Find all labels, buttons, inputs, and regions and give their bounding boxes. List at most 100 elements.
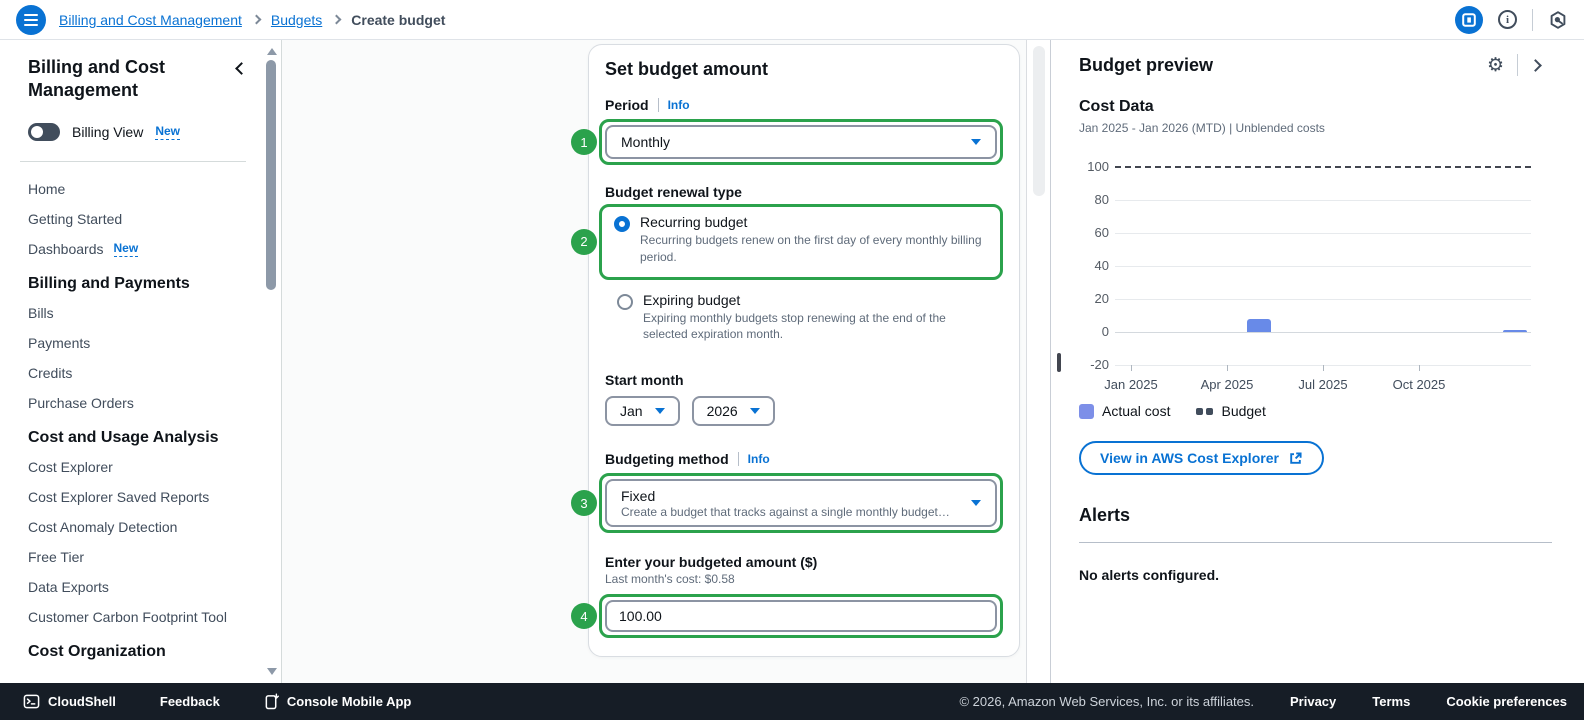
expiring-budget-label: Expiring budget: [643, 291, 741, 308]
sidebar-item-label: Cost Anomaly Detection: [28, 519, 178, 535]
content-scrollbar-thumb[interactable]: [1033, 46, 1045, 196]
chevron-down-icon: [749, 408, 760, 415]
annotation-badge-2: 2: [571, 228, 597, 255]
start-month-select[interactable]: Jan: [605, 396, 680, 427]
sidebar-item-data-exports[interactable]: Data Exports: [28, 572, 262, 602]
period-label: Period: [605, 97, 649, 113]
scroll-up-arrow-icon[interactable]: [267, 48, 277, 55]
sidebar-item-label: Getting Started: [28, 211, 123, 227]
actual-cost-bar: [1503, 330, 1527, 332]
sidebar-item-purchase-orders[interactable]: Purchase Orders: [28, 388, 262, 418]
sidebar-item-getting-started[interactable]: Getting Started: [28, 204, 262, 234]
breadcrumb-create-budget: Create budget: [351, 11, 446, 28]
feedback-label: Feedback: [159, 694, 220, 709]
sidebar-item-cost-explorer-saved-reports[interactable]: Cost Explorer Saved Reports: [28, 482, 262, 512]
radio-unselected-icon[interactable]: [617, 293, 633, 310]
scroll-down-arrow-icon[interactable]: [267, 668, 277, 675]
hexagon-status-icon[interactable]: [1548, 10, 1568, 30]
view-in-cost-explorer-button[interactable]: View in AWS Cost Explorer: [1079, 441, 1324, 475]
sidebar-item-free-tier[interactable]: Free Tier: [28, 542, 262, 572]
chart-gridline: [1115, 200, 1531, 201]
main-content: Set budget amount Period Info 1 Monthly …: [282, 40, 1026, 683]
y-axis-tick-label: 60: [1094, 225, 1109, 240]
gear-icon[interactable]: ⚙: [1487, 55, 1504, 75]
sidebar-item-bills[interactable]: Bills: [28, 298, 262, 328]
chart-gridline: [1115, 299, 1531, 300]
footer-link-privacy[interactable]: Privacy: [1290, 694, 1336, 709]
annotation-badge-3: 3: [571, 490, 597, 517]
y-axis-tick-label: 80: [1094, 192, 1109, 207]
new-badge[interactable]: New: [113, 241, 139, 258]
preview-title: Budget preview: [1079, 54, 1214, 75]
sidebar-item-label: Home: [28, 181, 66, 197]
start-month-label: Start month: [605, 372, 684, 389]
recurring-budget-option[interactable]: Recurring budget Recurring budgets renew…: [605, 209, 997, 271]
console-footer: CloudShell Feedback Console Mobile App ©…: [0, 683, 1584, 720]
info-icon[interactable]: i: [1498, 10, 1517, 29]
chart-legend: Actual cost Budget: [1079, 403, 1552, 419]
sidebar-collapse-icon[interactable]: [235, 62, 248, 75]
menu-hamburger-icon[interactable]: [16, 4, 46, 35]
copyright-text: © 2026, Amazon Web Services, Inc. or its…: [959, 694, 1254, 709]
sidebar-item-customer-carbon-footprint-tool[interactable]: Customer Carbon Footprint Tool: [28, 602, 262, 632]
breadcrumb-billing-and-cost-management[interactable]: Billing and Cost Management: [59, 12, 242, 28]
budgeting-method-info-link[interactable]: Info: [748, 452, 770, 466]
console-mobile-app-label: Console Mobile App: [286, 694, 412, 709]
legend-label: Budget: [1221, 403, 1266, 419]
annotation-box-2: 2 Recurring budget Recurring budgets ren…: [571, 204, 1003, 280]
x-axis-tick-label: Oct 2025: [1392, 377, 1446, 392]
start-year-value: 2026: [706, 403, 738, 420]
sidebar-scrollbar-thumb[interactable]: [266, 60, 276, 290]
y-axis-tick-label: 100: [1087, 159, 1109, 174]
chevron-right-icon[interactable]: [1529, 58, 1542, 72]
mobile-phone-icon: [265, 693, 279, 710]
y-axis-tick-label: 40: [1094, 258, 1109, 273]
billing-view-toggle[interactable]: [28, 123, 60, 141]
recurring-budget-label: Recurring budget: [640, 214, 748, 230]
sidebar-item-label: Bills: [28, 305, 54, 321]
side-panel-toggle-icon[interactable]: [1455, 5, 1483, 34]
chevron-down-icon: [654, 408, 665, 415]
label-divider: [737, 452, 739, 467]
budget-preview-panel: Budget preview ⚙ Cost Data Jan 2025 - Ja…: [1051, 40, 1584, 683]
topbar-divider: [1532, 8, 1533, 31]
expiring-budget-description: Expiring monthly budgets stop renewing a…: [643, 310, 946, 342]
sidebar-item-credits[interactable]: Credits: [28, 358, 262, 388]
sidebar-item-dashboards[interactable]: Dashboards New: [28, 234, 262, 264]
sidebar-item-cost-anomaly-detection[interactable]: Cost Anomaly Detection: [28, 512, 262, 542]
sidebar-item-home[interactable]: Home: [28, 174, 262, 204]
budgeting-method-select[interactable]: Fixed Create a budget that tracks agains…: [605, 479, 997, 528]
sidebar-item-cost-explorer[interactable]: Cost Explorer: [28, 452, 262, 482]
budgeting-method-value: Fixed: [621, 487, 656, 504]
cloudshell-button[interactable]: CloudShell: [17, 692, 122, 711]
period-value: Monthly: [621, 134, 671, 150]
radio-selected-icon[interactable]: [614, 216, 630, 232]
label-divider: [657, 98, 659, 112]
start-year-select[interactable]: 2026: [691, 396, 775, 427]
budgeted-amount-input[interactable]: [605, 600, 997, 633]
footer-link-cookie-preferences[interactable]: Cookie preferences: [1446, 694, 1567, 709]
console-mobile-app-button[interactable]: Console Mobile App: [258, 692, 417, 711]
set-budget-amount-card: Set budget amount Period Info 1 Monthly …: [571, 44, 1020, 658]
budgeting-method-description: Create a budget that tracks against a si…: [621, 504, 950, 519]
toggle-knob: [31, 126, 43, 138]
billing-view-new-badge[interactable]: New: [155, 124, 181, 141]
actual-cost-swatch-icon: [1079, 403, 1094, 419]
info-glyph: i: [1498, 10, 1517, 29]
x-axis-tick-label: Apr 2025: [1200, 377, 1254, 392]
legend-item-budget: Budget: [1196, 403, 1266, 419]
period-select[interactable]: Monthly: [605, 125, 997, 159]
panel-resize-handle[interactable]: [1057, 353, 1061, 372]
period-info-link[interactable]: Info: [668, 98, 690, 112]
feedback-button[interactable]: Feedback: [154, 693, 226, 710]
sidebar-item-payments[interactable]: Payments: [28, 328, 262, 358]
annotation-box-1: 1 Monthly: [571, 119, 1003, 165]
view-in-cost-explorer-label: View in AWS Cost Explorer: [1100, 450, 1279, 466]
start-month-value: Jan: [620, 403, 643, 420]
top-navigation-bar: Billing and Cost Management Budgets Create…: [0, 0, 1584, 40]
footer-link-terms[interactable]: Terms: [1372, 694, 1410, 709]
expiring-budget-option[interactable]: Expiring budget Expiring monthly budgets…: [605, 287, 1001, 349]
legend-label: Actual cost: [1102, 403, 1171, 419]
content-scrollbar: [1026, 40, 1051, 683]
breadcrumb-budgets[interactable]: Budgets: [271, 12, 322, 28]
